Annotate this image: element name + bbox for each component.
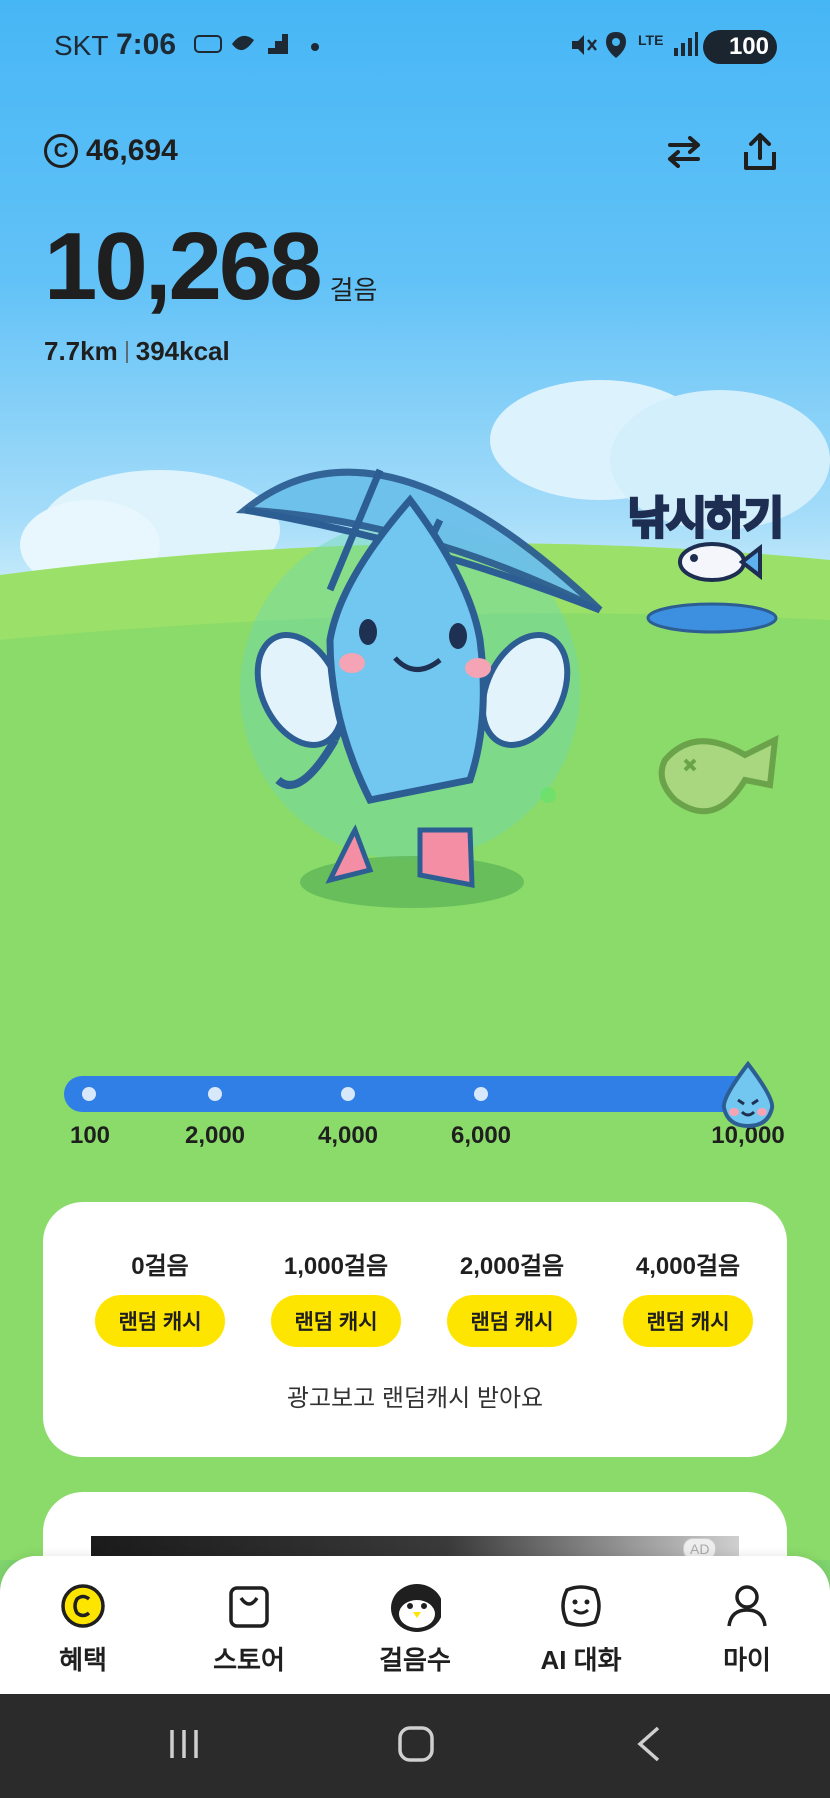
random-cash-card: 0걸음 랜덤 캐시 1,000걸음 랜덤 캐시 2,000걸음 랜덤 캐시 4,…: [43, 1202, 787, 1457]
coin-icon: [57, 1580, 109, 1632]
fish-icon: [678, 542, 762, 582]
home-icon[interactable]: [396, 1724, 436, 1764]
nav-label: 혜택: [59, 1645, 107, 1675]
nav-item-ai-chat[interactable]: AI 대화: [498, 1556, 664, 1694]
milestone-dot: [82, 1087, 96, 1101]
coin-icon: C: [44, 134, 78, 168]
status-bar: SKT 7:06 LTE 100: [0, 0, 830, 96]
nav-label: 스토어: [213, 1645, 285, 1675]
network-label: LTE: [638, 32, 664, 48]
step-count: 10,268: [44, 213, 323, 320]
reward-steps-label: 0걸음: [131, 1253, 189, 1280]
shopping-bag-icon: [223, 1580, 275, 1632]
coin-balance-value: 46,694: [86, 134, 178, 167]
bottom-nav: 혜택 스토어 걸음수 AI 대화 마이: [0, 1556, 830, 1694]
nav-item-store[interactable]: 스토어: [166, 1556, 332, 1694]
dot-icon: [311, 43, 319, 51]
distance-value: 7.7km: [44, 336, 118, 366]
coin-balance[interactable]: C 46,694: [44, 134, 178, 168]
system-nav-bar: [0, 1694, 830, 1798]
reward-item: 1,000걸음 랜덤 캐시: [261, 1246, 411, 1347]
step-unit: 걸음: [329, 275, 378, 305]
milestone-dot: [208, 1087, 222, 1101]
water-drop-marker-icon: [721, 1060, 775, 1128]
calories-value: 394kcal: [135, 336, 230, 366]
recent-apps-icon[interactable]: [166, 1724, 202, 1764]
reward-caption: 광고보고 랜덤캐시 받아요: [286, 1385, 544, 1412]
random-cash-button[interactable]: 랜덤 캐시: [623, 1295, 753, 1347]
back-icon[interactable]: [634, 1724, 664, 1764]
reward-item: 2,000걸음 랜덤 캐시: [437, 1246, 587, 1347]
signal-icon: [674, 32, 698, 56]
app-notification-icon: [232, 35, 254, 51]
reward-steps-label: 4,000걸음: [635, 1253, 741, 1280]
random-cash-button[interactable]: 랜덤 캐시: [271, 1295, 401, 1347]
location-icon: [606, 32, 626, 58]
walk-stats: 7.7km 394kcal: [44, 336, 230, 367]
step-progress-bar: [64, 1076, 764, 1112]
status-time: 7:06: [116, 28, 177, 61]
fish-collection-icon[interactable]: [655, 720, 785, 830]
nav-item-benefits[interactable]: 혜택: [0, 1556, 166, 1694]
milestone-dot: [474, 1087, 488, 1101]
battery-level: 100: [728, 33, 769, 60]
nav-label: 걸음수: [379, 1645, 451, 1675]
milestone-label: 2,000: [184, 1122, 246, 1149]
cashfeed-icon: [194, 35, 222, 53]
reward-item: 4,000걸음 랜덤 캐시: [613, 1246, 763, 1347]
stairs-icon: [268, 34, 288, 54]
nav-label: 마이: [723, 1645, 771, 1675]
random-cash-button[interactable]: 랜덤 캐시: [95, 1295, 225, 1347]
stats-divider: [125, 340, 128, 363]
milestone-label: 4,000: [317, 1122, 379, 1149]
reward-item: 0걸음 랜덤 캐시: [85, 1246, 235, 1347]
carrier-label: SKT: [54, 30, 109, 61]
random-cash-button[interactable]: 랜덤 캐시: [447, 1295, 577, 1347]
person-icon: [721, 1580, 773, 1632]
switch-icon[interactable]: [662, 130, 706, 174]
penguin-icon: [389, 1580, 441, 1632]
milestone-dot: [341, 1087, 355, 1101]
fishing-button[interactable]: 낚시하기: [620, 482, 810, 632]
smile-bubble-icon: [555, 1580, 607, 1632]
reward-steps-label: 2,000걸음: [459, 1253, 565, 1280]
nav-item-my[interactable]: 마이: [664, 1556, 830, 1694]
nav-item-steps[interactable]: 걸음수: [332, 1556, 498, 1694]
milestone-label: 6,000: [450, 1122, 512, 1149]
nav-label: AI 대화: [540, 1645, 622, 1675]
share-icon[interactable]: [738, 130, 782, 174]
milestone-label: 100: [69, 1122, 111, 1149]
reward-steps-label: 1,000걸음: [283, 1253, 389, 1280]
battery-indicator: 100: [703, 30, 777, 64]
mute-icon: [572, 35, 597, 55]
step-counter: 10,268 걸음: [44, 212, 377, 322]
